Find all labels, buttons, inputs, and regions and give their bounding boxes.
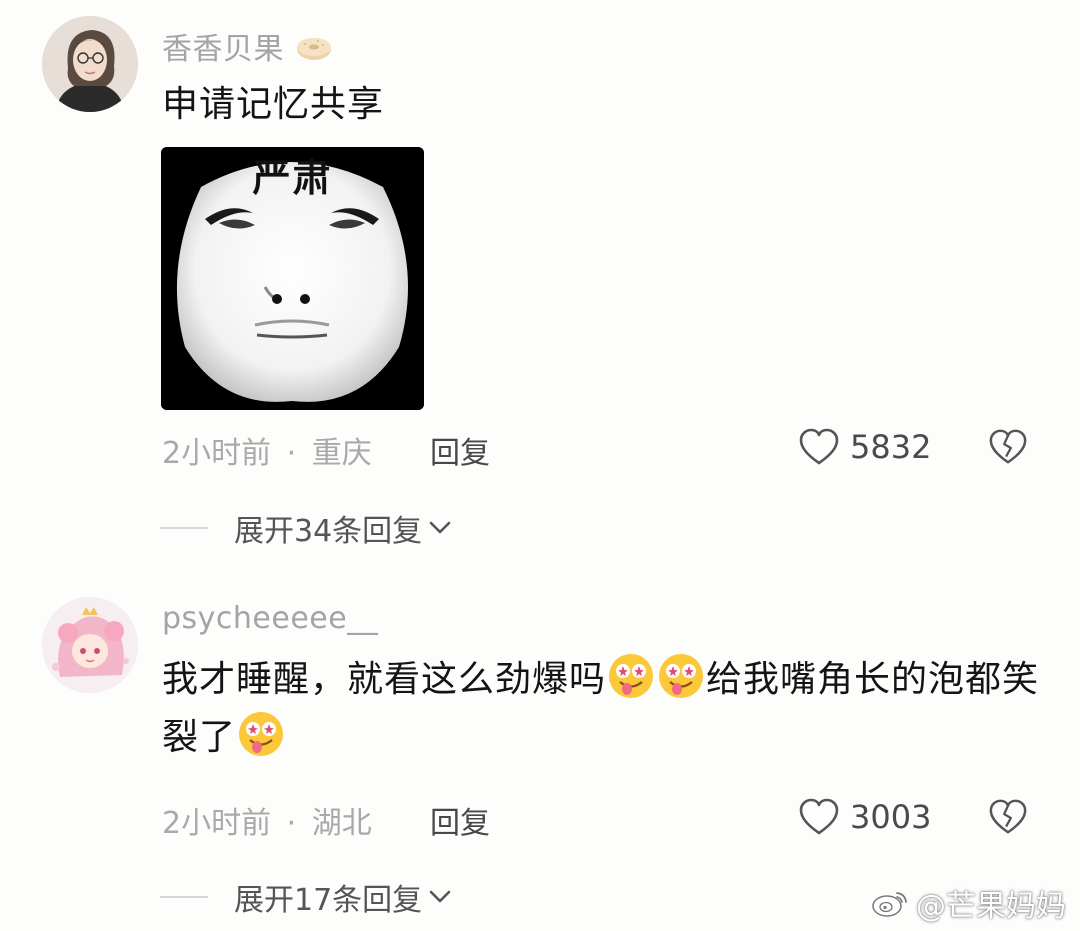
reply-button[interactable]: 回复 (430, 798, 490, 842)
username[interactable]: 香香贝果 (162, 24, 334, 68)
expand-replies-button[interactable]: 展开34条回复 (160, 506, 452, 550)
timestamp: 2小时前 (162, 436, 272, 471)
divider-line (160, 896, 208, 898)
comment-item: psycheeeee__ 我才睡醒，就看这么劲爆吗 给我嘴角长的泡都笑裂了 2小… (0, 585, 1080, 931)
star-eyes-tongue-emoji-icon (609, 654, 654, 698)
like-button[interactable]: 3003 (798, 797, 931, 837)
comment-meta: 2小时前 · 湖北 回复 (162, 798, 490, 842)
watermark: @芒果妈妈 (870, 881, 1066, 925)
meta-separator: · (286, 806, 297, 841)
like-button[interactable]: 5832 (798, 427, 931, 467)
heart-outline-icon (799, 798, 839, 835)
star-eyes-tongue-emoji-icon (659, 654, 704, 698)
username[interactable]: psycheeeee__ (162, 601, 378, 636)
expand-replies-label: 展开34条回复 (234, 514, 423, 549)
chevron-down-icon (429, 890, 451, 903)
sticker-image[interactable]: 严肃 (161, 147, 424, 410)
watermark-text: @芒果妈妈 (916, 889, 1066, 924)
heart-outline-icon (799, 428, 839, 465)
expand-replies-button[interactable]: 展开17条回复 (160, 875, 452, 919)
star-eyes-tongue-emoji-icon (239, 712, 284, 756)
avatar[interactable] (42, 16, 138, 112)
broken-heart-icon (989, 799, 1027, 834)
chevron-down-icon (429, 521, 451, 534)
reply-button[interactable]: 回复 (430, 428, 490, 472)
like-count: 5832 (850, 428, 932, 466)
dislike-button[interactable] (988, 797, 1028, 837)
avatar[interactable] (42, 597, 138, 693)
comment-text: 我才睡醒，就看这么劲爆吗 给我嘴角长的泡都笑裂了 (162, 651, 1042, 767)
comment-meta: 2小时前 · 重庆 回复 (162, 428, 490, 472)
meta-separator: · (286, 436, 297, 471)
comment-item: 香香贝果 申请记忆共享 严肃 2小时前 · 重庆 回复 5832 展开34条回复 (0, 0, 1080, 570)
timestamp: 2小时前 (162, 806, 272, 841)
sticker-caption: 严肃 (252, 156, 333, 200)
bagel-emoji-icon (297, 38, 332, 60)
dislike-button[interactable] (988, 427, 1028, 467)
like-count: 3003 (850, 798, 932, 836)
location: 湖北 (311, 806, 372, 841)
comment-text: 申请记忆共享 (162, 84, 385, 125)
divider-line (160, 527, 208, 529)
weibo-logo-icon (872, 892, 907, 917)
broken-heart-icon (989, 429, 1027, 464)
location: 重庆 (311, 436, 372, 471)
comment-text-part: 我才睡醒，就看这么劲爆吗 (162, 659, 607, 700)
expand-replies-label: 展开17条回复 (234, 883, 423, 918)
